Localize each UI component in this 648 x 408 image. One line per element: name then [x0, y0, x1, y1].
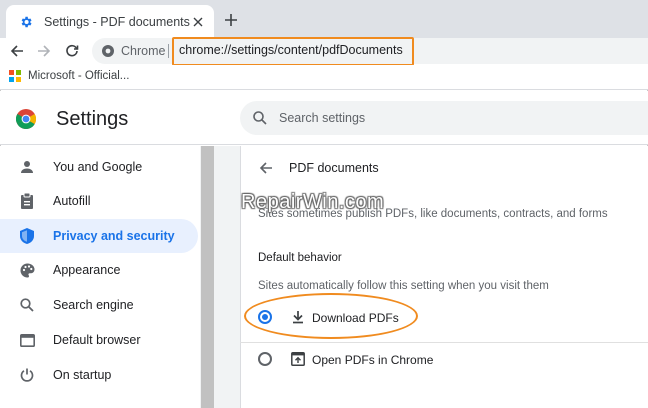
power-icon — [18, 366, 36, 384]
sidebar-item-on-startup[interactable]: On startup — [0, 358, 198, 392]
url-text[interactable]: chrome://settings/content/pdfDocuments — [179, 43, 403, 57]
person-icon — [18, 158, 36, 176]
clipboard-icon — [18, 192, 36, 210]
bookmark-label: Microsoft - Official... — [28, 70, 130, 82]
sidebar-item-label: Autofill — [53, 194, 91, 208]
palette-icon — [18, 261, 36, 279]
sidebar-item-label: Privacy and security — [53, 229, 175, 243]
sidebar-item-privacy-and-security[interactable]: Privacy and security — [0, 219, 198, 253]
bookmarks-bar: Microsoft - Official... — [0, 65, 648, 90]
back-button[interactable] — [7, 41, 27, 61]
pdf-settings-panel: PDF documents Sites sometimes publish PD… — [240, 146, 648, 408]
tab-settings[interactable]: Settings - PDF documents — [6, 5, 214, 38]
site-chip-label: Chrome — [121, 44, 166, 58]
search-settings-input[interactable]: Search settings — [240, 101, 648, 135]
chrome-site-icon — [100, 43, 116, 59]
open-pdfs-radio[interactable] — [258, 352, 272, 366]
settings-sidebar: You and Google Autofill Privacy and secu… — [0, 146, 200, 408]
sidebar-item-label: On startup — [53, 368, 112, 382]
forward-button[interactable] — [34, 41, 54, 61]
search-icon — [18, 296, 36, 314]
tab-strip: Settings - PDF documents — [0, 0, 648, 38]
section-heading: Default behavior — [258, 252, 342, 264]
sidebar-item-label: Search engine — [53, 298, 134, 312]
section-subtext: Sites automatically follow this setting … — [258, 280, 549, 292]
sidebar-item-label: You and Google — [53, 160, 143, 174]
sidebar-scrollbar[interactable] — [201, 146, 214, 408]
settings-title: Settings — [56, 108, 129, 130]
highlight-oval — [244, 293, 418, 339]
open-pdfs-label[interactable]: Open PDFs in Chrome — [312, 353, 433, 367]
search-placeholder: Search settings — [279, 111, 366, 125]
back-arrow-icon[interactable] — [258, 160, 274, 176]
sidebar-item-search-engine[interactable]: Search engine — [0, 288, 198, 322]
reload-button[interactable] — [62, 41, 82, 61]
sidebar-item-autofill[interactable]: Autofill — [0, 184, 198, 218]
chrome-logo-icon — [16, 109, 36, 129]
sidebar-item-appearance[interactable]: Appearance — [0, 253, 198, 287]
bookmark-microsoft[interactable]: Microsoft - Official... — [9, 70, 129, 82]
gear-icon — [18, 14, 34, 30]
option-divider — [240, 342, 648, 343]
page-title: PDF documents — [289, 161, 379, 175]
sidebar-item-default-browser[interactable]: Default browser — [0, 323, 198, 357]
chip-separator — [168, 44, 169, 58]
shield-icon — [18, 227, 36, 245]
sidebar-item-label: Appearance — [53, 263, 121, 277]
new-tab-button[interactable] — [222, 11, 240, 29]
search-icon — [253, 111, 267, 125]
settings-header: Settings Search settings — [0, 91, 648, 145]
open-in-new-icon — [291, 352, 305, 366]
sidebar-item-you-and-google[interactable]: You and Google — [0, 150, 198, 184]
watermark: RepairWin.com — [241, 191, 385, 213]
close-tab-icon[interactable] — [190, 14, 206, 30]
browser-window-icon — [18, 331, 36, 349]
tab-title: Settings - PDF documents — [44, 14, 190, 29]
sidebar-item-label: Default browser — [53, 333, 141, 347]
microsoft-logo-icon — [9, 70, 21, 82]
